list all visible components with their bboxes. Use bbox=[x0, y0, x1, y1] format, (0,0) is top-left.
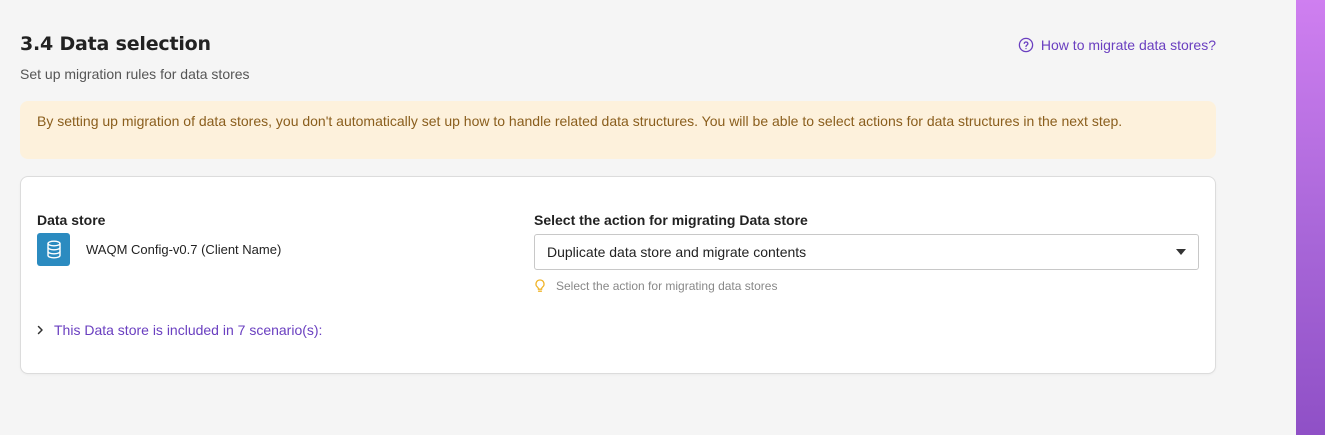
section-subtitle: Set up migration rules for data stores bbox=[20, 66, 250, 82]
data-store-card: Data store WAQM Config-v0.7 (Client Name… bbox=[20, 176, 1216, 374]
migration-action-value: Duplicate data store and migrate content… bbox=[547, 244, 807, 260]
help-link[interactable]: How to migrate data stores? bbox=[1018, 37, 1216, 53]
database-icon bbox=[37, 233, 70, 266]
help-circle-icon bbox=[1018, 37, 1034, 53]
scenarios-expander-label: This Data store is included in 7 scenari… bbox=[54, 322, 323, 338]
caret-down-icon bbox=[1176, 249, 1186, 255]
section-title: 3.4 Data selection bbox=[20, 33, 211, 55]
chevron-right-icon bbox=[37, 325, 43, 335]
scenarios-expander[interactable]: This Data store is included in 7 scenari… bbox=[37, 322, 322, 338]
action-select-label: Select the action for migrating Data sto… bbox=[534, 212, 808, 228]
data-store-label: Data store bbox=[37, 212, 106, 228]
migration-action-select[interactable]: Duplicate data store and migrate content… bbox=[534, 234, 1199, 270]
notice-text: By setting up migration of data stores, … bbox=[37, 113, 1123, 129]
data-store-item: WAQM Config-v0.7 (Client Name) bbox=[37, 233, 281, 266]
help-link-label: How to migrate data stores? bbox=[1040, 37, 1216, 53]
data-store-name: WAQM Config-v0.7 (Client Name) bbox=[86, 242, 282, 257]
page: 3.4 Data selection Set up migration rule… bbox=[0, 0, 1325, 435]
info-notice: By setting up migration of data stores, … bbox=[20, 101, 1216, 159]
hint-text: Select the action for migrating data sto… bbox=[556, 279, 778, 293]
lightbulb-icon bbox=[535, 279, 545, 292]
action-hint: Select the action for migrating data sto… bbox=[534, 279, 777, 293]
side-panel-edge bbox=[1296, 0, 1325, 435]
